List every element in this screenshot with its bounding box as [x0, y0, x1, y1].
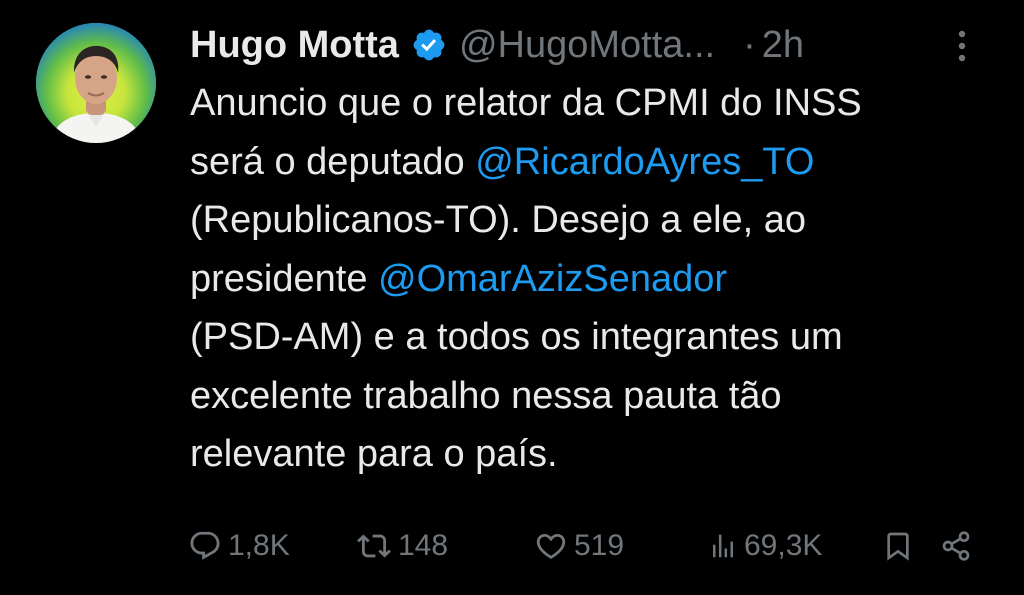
tweet-text-line: excelente trabalho nessa pauta tão [190, 367, 1000, 426]
verified-badge-icon [411, 27, 447, 63]
tweet-header: Hugo Motta @HugoMotta... · 2h [190, 20, 990, 70]
tweet-text-line: (Republicanos-TO). Desejo a ele, ao [190, 191, 1000, 250]
tweet-text-segment: relevante para o país. [190, 433, 558, 475]
bookmark-button[interactable] [882, 522, 914, 570]
tweet-text-segment: será o deputado [190, 140, 476, 183]
display-name[interactable]: Hugo Motta [190, 24, 399, 67]
share-icon [940, 529, 972, 563]
share-button[interactable] [940, 522, 972, 570]
retweet-count: 148 [398, 529, 449, 562]
avatar-portrait [36, 23, 156, 143]
retweet-button[interactable]: 148 [356, 522, 448, 570]
action-bar: 1,8K 148 519 69,3K [0, 522, 1024, 570]
mention-link[interactable]: @RicardoAyres_TO [475, 141, 814, 183]
tweet-text-segment: presidente [190, 257, 379, 300]
tweet[interactable]: Hugo Motta @HugoMotta... · 2h Anuncio qu… [0, 0, 1024, 595]
heart-icon [534, 529, 568, 563]
tweet-text: Anuncio que o relator da CPMI do INSS ser… [190, 74, 1000, 484]
reply-icon [188, 529, 222, 563]
timestamp[interactable]: 2h [762, 24, 804, 67]
tweet-text-segment: (Republicanos-TO). Desejo a ele, ao [190, 199, 807, 241]
more-vertical-icon[interactable] [950, 26, 974, 66]
separator-dot: · [743, 23, 756, 66]
tweet-text-segment: (PSD-AM) e a todos os integrantes um [190, 316, 843, 358]
tweet-text-segment: excelente trabalho nessa pauta tão [190, 374, 782, 417]
like-count: 519 [574, 529, 625, 562]
like-button[interactable]: 519 [534, 522, 624, 570]
user-handle[interactable]: @HugoMotta... [459, 24, 715, 67]
tweet-text-line: (PSD-AM) e a todos os integrantes um [190, 308, 1000, 367]
mention-link[interactable]: @OmarAzizSenador [378, 258, 727, 300]
views-button[interactable]: 69,3K [708, 522, 822, 570]
reply-count: 1,8K [228, 529, 290, 562]
views-count: 69,3K [744, 529, 823, 562]
tweet-text-segment: Anuncio que o relator da CPMI do INSS [190, 82, 862, 124]
bookmark-icon [882, 529, 914, 563]
tweet-text-line: relevante para o país. [190, 425, 1000, 484]
avatar[interactable] [36, 23, 156, 143]
reply-button[interactable]: 1,8K [188, 522, 290, 570]
tweet-text-line: presidente @OmarAzizSenador [190, 250, 1000, 309]
tweet-text-line: Anuncio que o relator da CPMI do INSS [190, 74, 1000, 133]
views-icon [708, 529, 738, 563]
tweet-text-line: será o deputado @RicardoAyres_TO [190, 133, 1000, 192]
retweet-icon [356, 529, 392, 563]
